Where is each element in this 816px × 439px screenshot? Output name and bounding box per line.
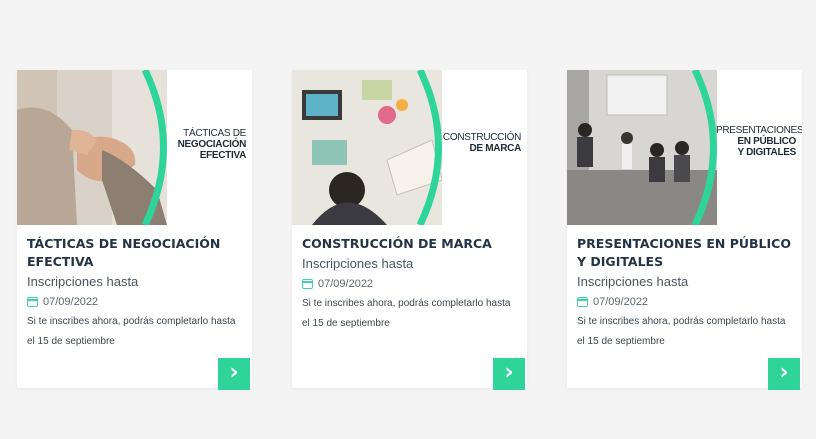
thumbnail-title: PRESENTACIONES EN PÚBLICO Y DIGITALES bbox=[716, 125, 802, 158]
deadline-date: 07/09/2022 bbox=[318, 277, 374, 290]
deadline-date: 07/09/2022 bbox=[593, 295, 649, 308]
deadline-date: 07/09/2022 bbox=[43, 295, 99, 308]
course-description: Si te inscribes ahora, podrás completarl… bbox=[27, 316, 236, 347]
course-card[interactable]: CONSTRUCCIÓN DE MARCA CONSTRUCCIÓN DE MA… bbox=[292, 70, 527, 390]
course-grid: TÁCTICAS DE NEGOCIACIÓN EFECTIVA TÁCTICA… bbox=[0, 0, 816, 439]
calendar-icon bbox=[27, 296, 38, 307]
course-description: Si te inscribes ahora, podrás completarl… bbox=[577, 316, 786, 347]
course-thumbnail[interactable]: CONSTRUCCIÓN DE MARCA bbox=[292, 70, 527, 225]
enrollment-label: Inscripciones hasta bbox=[577, 274, 689, 289]
enrollment-label: Inscripciones hasta bbox=[302, 256, 414, 271]
course-thumbnail[interactable]: TÁCTICAS DE NEGOCIACIÓN EFECTIVA bbox=[17, 70, 252, 225]
thumbnail-title: TÁCTICAS DE NEGOCIACIÓN EFECTIVA bbox=[177, 128, 247, 161]
course-thumbnail[interactable]: PRESENTACIONES EN PÚBLICO Y DIGITALES bbox=[567, 70, 802, 225]
enrollment-label: Inscripciones hasta bbox=[27, 274, 139, 289]
date-row: 07/09/2022 bbox=[302, 275, 517, 292]
date-row: 07/09/2022 bbox=[577, 293, 792, 310]
calendar-icon bbox=[302, 278, 313, 289]
thumbnail-title: CONSTRUCCIÓN DE MARCA bbox=[442, 132, 521, 154]
course-description: Si te inscribes ahora, podrás completarl… bbox=[302, 298, 511, 329]
course-title[interactable]: CONSTRUCCIÓN DE MARCA bbox=[302, 235, 517, 253]
course-title[interactable]: PRESENTACIONES EN PÚBLICO Y DIGITALES bbox=[577, 235, 792, 271]
course-card[interactable]: TÁCTICAS DE NEGOCIACIÓN EFECTIVA TÁCTICA… bbox=[17, 70, 252, 390]
chevron-right-icon[interactable]: › bbox=[768, 358, 800, 390]
calendar-icon bbox=[577, 296, 588, 307]
course-card[interactable]: PRESENTACIONES EN PÚBLICO Y DIGITALES PR… bbox=[567, 70, 802, 390]
chevron-right-icon[interactable]: › bbox=[493, 358, 525, 390]
course-title[interactable]: TÁCTICAS DE NEGOCIACIÓN EFECTIVA bbox=[27, 235, 242, 271]
chevron-right-icon[interactable]: › bbox=[218, 358, 250, 390]
date-row: 07/09/2022 bbox=[27, 293, 242, 310]
